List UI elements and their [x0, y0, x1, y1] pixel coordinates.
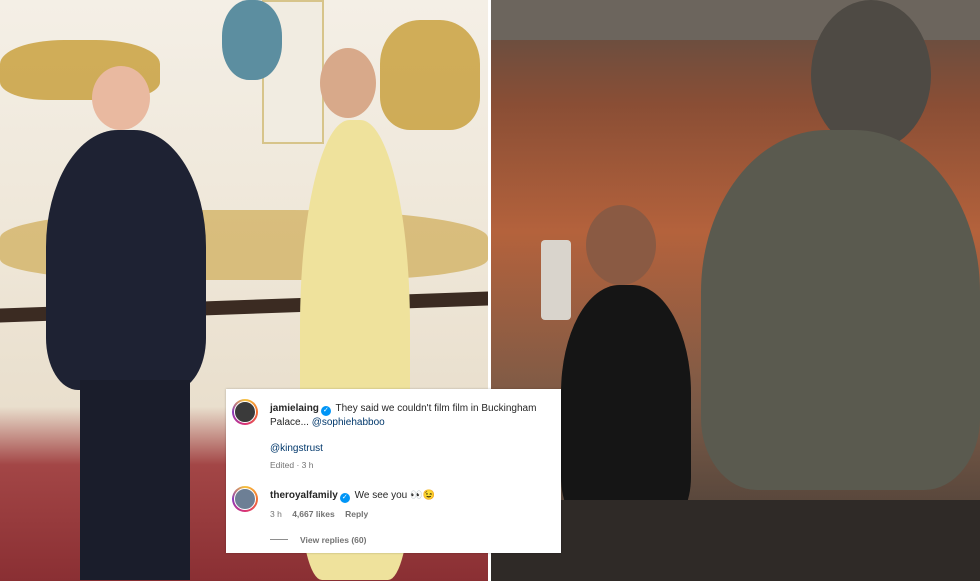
right-photo	[491, 0, 980, 581]
woman-head	[586, 205, 656, 285]
medical-equipment	[541, 240, 571, 320]
bed-edge	[491, 500, 980, 581]
comment-username[interactable]: jamielaing	[270, 403, 319, 414]
man-suit	[46, 130, 206, 390]
avatar[interactable]	[232, 486, 258, 512]
replies-line	[270, 539, 288, 540]
mention-link[interactable]: @sophiehabboo	[312, 417, 385, 428]
avatar[interactable]	[232, 399, 258, 425]
verified-badge-icon: ✓	[339, 493, 350, 503]
reply-button[interactable]: Reply	[345, 509, 368, 519]
gold-ornament	[380, 20, 480, 130]
comment-jamielaing: jamielaing ✓ They said we couldn't film f…	[226, 389, 561, 479]
comment-text: We see you	[354, 490, 408, 501]
hooded-man-body	[701, 130, 980, 490]
man-trousers	[80, 380, 190, 580]
emoji: 👀😉	[410, 490, 435, 501]
man-head	[92, 66, 150, 130]
vase	[222, 0, 282, 80]
woman-body	[561, 285, 691, 525]
view-replies-label: View replies (60)	[300, 535, 367, 545]
verified-badge-icon: ✓	[320, 406, 331, 416]
comment-card: jamielaing ✓ They said we couldn't film f…	[226, 389, 561, 553]
comment-time: 3 h	[270, 509, 282, 519]
comment-username[interactable]: theroyalfamily	[270, 490, 338, 501]
likes-count[interactable]: 4,667 likes	[292, 509, 335, 519]
comment-meta: Edited · 3 h	[270, 460, 314, 470]
woman-head	[320, 48, 376, 118]
comment-theroyalfamily: theroyalfamily ✓ We see you 👀😉 3 h 4,667 …	[226, 479, 561, 553]
comment-body: jamielaing ✓ They said we couldn't film f…	[270, 402, 555, 429]
view-replies-button[interactable]: View replies (60)	[270, 535, 366, 545]
avatar-photo	[234, 488, 256, 510]
comment-text: They said we couldn't film film in Bucki…	[335, 403, 537, 414]
comment-text-line2: Palace...	[270, 417, 309, 428]
comment-body: theroyalfamily ✓ We see you 👀😉	[270, 489, 555, 503]
mention-link[interactable]: @kingstrust	[270, 442, 323, 455]
comment-meta-row: 3 h 4,667 likes Reply	[270, 509, 368, 519]
avatar-photo	[234, 401, 256, 423]
hooded-head	[811, 0, 931, 150]
